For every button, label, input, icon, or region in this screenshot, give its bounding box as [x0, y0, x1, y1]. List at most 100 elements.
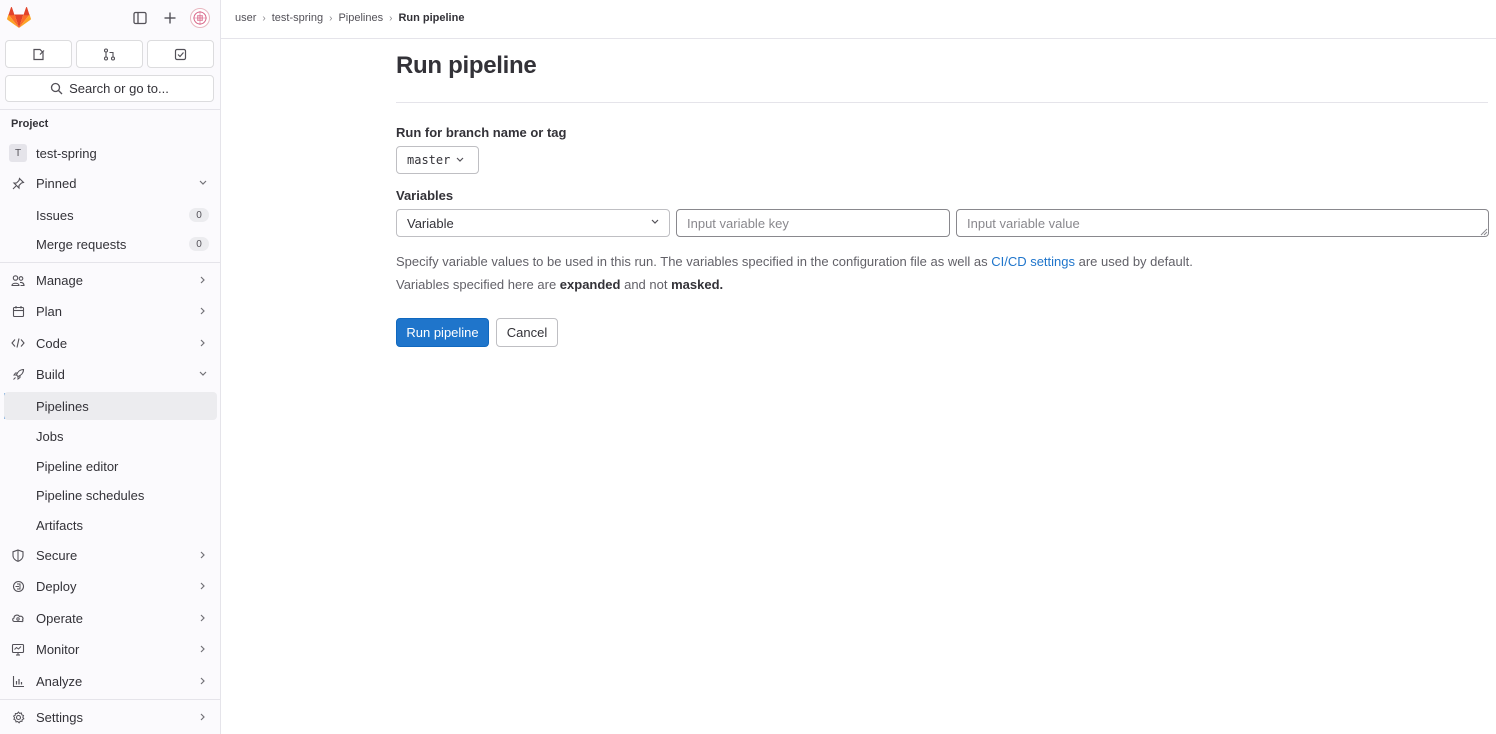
sidebar-item-code[interactable]: Code — [0, 329, 221, 357]
chevron-right-icon — [198, 581, 208, 591]
code-icon — [11, 336, 25, 350]
todos-tab-button[interactable] — [147, 40, 214, 68]
calendar-icon — [11, 304, 25, 318]
sidebar-item-label: Pipeline schedules — [36, 487, 145, 503]
sidebar-item-pipeline-schedules[interactable]: Pipeline schedules — [0, 481, 221, 509]
sidebar-item-issues[interactable]: Issues 0 — [0, 201, 221, 229]
sidebar-item-label: Code — [36, 335, 68, 351]
sidebar-item-label: Secure — [36, 547, 78, 563]
title-divider — [396, 102, 1488, 103]
variable-type-dropdown[interactable]: Variable — [396, 209, 670, 237]
branch-field-label: Run for branch name or tag — [396, 125, 567, 140]
top-bar: user › test-spring › Pipelines › Run pip… — [221, 0, 1496, 39]
ci-cd-settings-link[interactable]: CI/CD settings — [991, 254, 1075, 269]
help-text: are used by default. — [1075, 254, 1193, 269]
breadcrumb: user › test-spring › Pipelines › Run pip… — [235, 12, 464, 24]
sidebar-item-label: Manage — [36, 272, 83, 288]
help-text: and not — [620, 277, 672, 292]
sidebar-item-label: Operate — [36, 610, 83, 626]
variable-type-value: Variable — [407, 215, 454, 231]
sidebar-item-label: Monitor — [36, 641, 80, 657]
sidebar-divider — [0, 262, 221, 263]
branch-select-value: master — [407, 153, 451, 167]
issues-count-badge: 0 — [189, 208, 209, 222]
help-text-expanded: expanded — [559, 277, 621, 292]
chevron-right-icon — [198, 306, 208, 316]
todo-icon — [174, 48, 187, 61]
variables-note-text: Variables specified here are expanded an… — [396, 277, 723, 292]
plus-icon[interactable] — [160, 8, 180, 28]
sidebar-item-label: Pipelines — [36, 398, 89, 414]
issues-tab-button[interactable] — [5, 40, 72, 68]
sidebar-item-monitor[interactable]: Monitor — [0, 635, 221, 663]
sidebar-item-label: Jobs — [36, 428, 64, 444]
sidebar-item-build[interactable]: Build — [0, 360, 221, 388]
sidebar-project-link[interactable]: T test-spring — [0, 139, 221, 167]
variable-value-input[interactable] — [956, 209, 1489, 237]
rocket-icon — [11, 367, 25, 381]
merge-requests-tab-button[interactable] — [76, 40, 143, 68]
merge-request-icon — [103, 47, 116, 61]
sidebar-item-analyze[interactable]: Analyze — [0, 667, 221, 695]
breadcrumb-item-project[interactable]: test-spring — [272, 12, 323, 24]
help-text: Specify variable values to be used in th… — [396, 254, 992, 269]
cancel-button[interactable]: Cancel — [496, 318, 558, 347]
sidebar-item-deploy[interactable]: Deploy — [0, 572, 221, 600]
chevron-down-icon — [198, 178, 208, 188]
deploy-icon — [11, 579, 25, 593]
run-pipeline-button[interactable]: Run pipeline — [396, 318, 489, 347]
sidebar-item-pinned[interactable]: Pinned — [0, 169, 221, 197]
chevron-right-icon — [198, 712, 208, 722]
search-label: Search or go to... — [69, 81, 169, 96]
sidebar-item-secure[interactable]: Secure — [0, 541, 221, 569]
sidebar-item-label: Pinned — [36, 175, 77, 191]
sidebar-item-manage[interactable]: Manage — [0, 266, 221, 294]
sidebar-item-pipeline-editor[interactable]: Pipeline editor — [0, 452, 221, 480]
sidebar-item-merge-requests[interactable]: Merge requests 0 — [0, 230, 221, 258]
breadcrumb-separator-icon: › — [262, 12, 266, 24]
breadcrumb-separator-icon: › — [329, 12, 333, 24]
sidebar-item-settings[interactable]: Settings — [0, 703, 221, 731]
collapse-sidebar-icon[interactable] — [130, 8, 150, 28]
sidebar-header — [0, 0, 221, 36]
gitlab-logo-icon[interactable] — [7, 7, 31, 29]
breadcrumb-item-user[interactable]: user — [235, 12, 256, 24]
chevron-right-icon — [198, 275, 208, 285]
chevron-right-icon — [198, 676, 208, 686]
chevron-right-icon — [198, 338, 208, 348]
sidebar-item-artifacts[interactable]: Artifacts — [0, 511, 221, 539]
merge-requests-count-badge: 0 — [189, 237, 209, 251]
sidebar-divider — [0, 109, 221, 110]
users-icon — [11, 273, 25, 287]
sidebar-item-label: Settings — [36, 709, 83, 725]
user-avatar[interactable] — [190, 8, 210, 28]
breadcrumb-item-current[interactable]: Run pipeline — [398, 12, 464, 24]
breadcrumb-item-pipelines[interactable]: Pipelines — [338, 12, 383, 24]
sidebar-item-label: Merge requests — [36, 236, 127, 252]
chevron-right-icon — [198, 613, 208, 623]
pin-icon — [11, 176, 25, 190]
sidebar-item-plan[interactable]: Plan — [0, 297, 221, 325]
shield-icon — [11, 548, 25, 562]
sidebar-item-label: Pipeline editor — [36, 458, 119, 474]
monitor-icon — [11, 642, 25, 656]
sidebar-quick-tabs — [5, 40, 214, 68]
sidebar-item-pipelines[interactable]: Pipelines — [4, 392, 217, 420]
branch-select-dropdown[interactable]: master — [396, 146, 479, 174]
variable-key-input[interactable] — [676, 209, 950, 237]
sidebar-item-operate[interactable]: Operate — [0, 604, 221, 632]
search-button[interactable]: Search or go to... — [5, 75, 214, 102]
variables-field-label: Variables — [396, 188, 454, 203]
gear-icon — [11, 710, 25, 724]
cloud-icon — [11, 611, 25, 625]
sidebar-item-label: Analyze — [36, 673, 83, 689]
resize-handle-icon[interactable] — [1480, 228, 1488, 236]
breadcrumb-separator-icon: › — [389, 12, 393, 24]
project-avatar: T — [9, 144, 27, 162]
sidebar-item-jobs[interactable]: Jobs — [0, 422, 221, 450]
chart-icon — [11, 674, 25, 688]
help-text-masked: masked. — [671, 277, 724, 292]
sidebar: Search or go to... Project T test-spring… — [0, 0, 221, 734]
page-title: Run pipeline — [396, 52, 537, 79]
sidebar-divider — [0, 699, 221, 700]
